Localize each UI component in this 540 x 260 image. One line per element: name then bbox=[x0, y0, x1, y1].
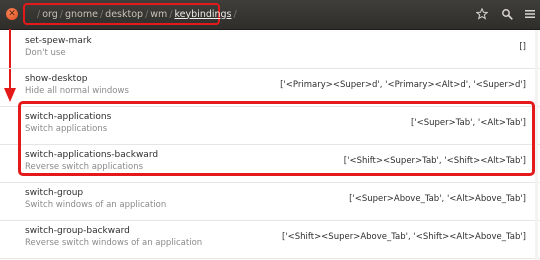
path-separator: / bbox=[169, 8, 173, 20]
menu-button[interactable] bbox=[520, 4, 540, 24]
key-summary: Switch windows of an application bbox=[25, 200, 167, 210]
annotation-highlight-box bbox=[18, 101, 535, 176]
key-value: ['<Super>Above_Tab', '<Alt>Above_Tab'] bbox=[349, 194, 526, 204]
bookmark-button[interactable] bbox=[472, 4, 492, 24]
key-row-switch-group[interactable]: switch-group Switch windows of an applic… bbox=[0, 182, 540, 221]
key-name: switch-group bbox=[25, 188, 84, 198]
star-icon bbox=[476, 8, 488, 20]
key-summary: Hide all normal windows bbox=[25, 86, 129, 96]
key-name: set-spew-mark bbox=[25, 36, 92, 46]
path-segment-keybindings[interactable]: keybindings bbox=[175, 9, 232, 20]
search-button[interactable] bbox=[497, 4, 517, 24]
breadcrumb: / org / gnome / desktop / wm / keybindings / bbox=[35, 9, 239, 20]
key-name: switch-group-backward bbox=[25, 226, 130, 236]
path-separator: / bbox=[145, 8, 149, 20]
path-separator: / bbox=[99, 8, 104, 20]
path-segment-wm[interactable]: wm bbox=[150, 9, 167, 20]
search-icon bbox=[502, 9, 513, 20]
key-row-switch-group-backward[interactable]: switch-group-backward Reverse switch win… bbox=[0, 220, 540, 259]
menu-icon bbox=[525, 10, 535, 18]
key-name: show-desktop bbox=[25, 74, 88, 84]
window-close-button[interactable]: ✕ bbox=[6, 8, 18, 20]
key-summary: Don't use bbox=[25, 48, 66, 58]
path-bar[interactable]: / org / gnome / desktop / wm / keybindings / bbox=[23, 3, 237, 25]
path-segment-desktop[interactable]: desktop bbox=[105, 9, 143, 20]
path-separator: / bbox=[59, 8, 63, 20]
path-separator: / bbox=[37, 8, 41, 20]
scrollbar[interactable] bbox=[535, 30, 538, 260]
path-separator: / bbox=[233, 8, 237, 20]
key-summary: Reverse switch windows of an application bbox=[25, 238, 203, 248]
headerbar: ✕ / org / gnome / desktop / wm / keybindings / bbox=[0, 0, 540, 30]
path-segment-org[interactable]: org bbox=[42, 9, 58, 20]
key-value: [] bbox=[519, 42, 526, 52]
key-row-set-spew-mark[interactable]: set-spew-mark Don't use [] bbox=[0, 30, 540, 69]
path-segment-gnome[interactable]: gnome bbox=[65, 9, 98, 20]
key-value: ['<Primary><Super>d', '<Primary><Alt>d',… bbox=[280, 80, 526, 90]
key-value: ['<Shift><Super>Above_Tab', '<Shift><Alt… bbox=[281, 232, 526, 242]
